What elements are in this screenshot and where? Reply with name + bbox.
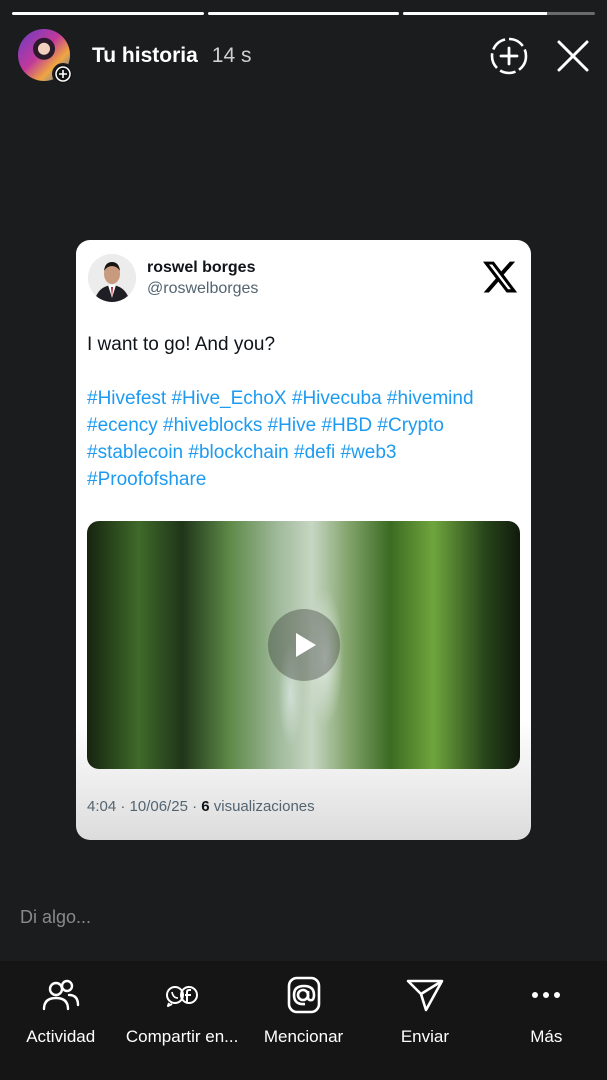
activity-label: Actividad [26,1027,96,1046]
close-button[interactable] [553,36,593,76]
story-time: 14 s [211,44,252,67]
people-icon [41,975,81,1015]
progress-segment [207,12,400,15]
x-logo-icon [482,261,518,293]
dashed-circle-plus-icon [490,37,528,75]
tweet-meta: 4:04 · 10/06/25 · 6 visualizaciones [87,798,315,815]
send-label: Enviar [400,1027,450,1046]
tweet-views-label: visualizaciones [209,798,315,815]
tweet-text: I want to go! And you? [87,334,276,355]
tweet-video[interactable] [87,521,520,769]
mention-label: Mencionar [263,1027,344,1046]
tweet-views-count: 6 [201,798,210,815]
tweet-card[interactable]: roswel borges @roswelborges I want to go… [76,240,531,840]
whatsapp-facebook-icon [164,975,200,1015]
play-icon [295,633,316,657]
share-to-label: Compartir en... [125,1027,239,1046]
mention-button[interactable]: Mencionar [243,961,364,1080]
more-label: Más [530,1027,563,1046]
story-progress [12,12,596,15]
play-button[interactable] [267,609,340,681]
paper-plane-icon [406,975,444,1015]
avatar[interactable] [18,29,74,85]
story-header: Tu historia 14 s [18,28,593,85]
send-button[interactable]: Enviar [364,961,485,1080]
reply-input[interactable]: Di algo... [20,907,91,928]
progress-segment [403,12,596,15]
bottom-action-bar: Actividad Compartir en... Mencionar Envi… [0,961,607,1080]
story-title: Tu historia [92,44,198,67]
add-to-story-button[interactable] [489,36,529,76]
more-dots-icon [531,975,561,1015]
at-sign-icon [287,975,321,1015]
add-story-icon[interactable] [52,63,74,85]
close-icon [557,40,589,72]
tweet-author-handle[interactable]: @roswelborges [147,280,258,298]
tweet-author-name[interactable]: roswel borges [147,259,258,277]
tweet-hashtags[interactable]: #Hivefest #Hive_EchoX #Hivecuba #hivemin… [87,385,517,493]
tweet-timestamp: 4:04 · 10/06/25 · [87,798,202,815]
tweet-avatar [88,254,136,302]
more-button[interactable]: Más [486,961,607,1080]
progress-segment [12,12,204,15]
activity-button[interactable]: Actividad [0,961,121,1080]
share-to-button[interactable]: Compartir en... [121,961,242,1080]
